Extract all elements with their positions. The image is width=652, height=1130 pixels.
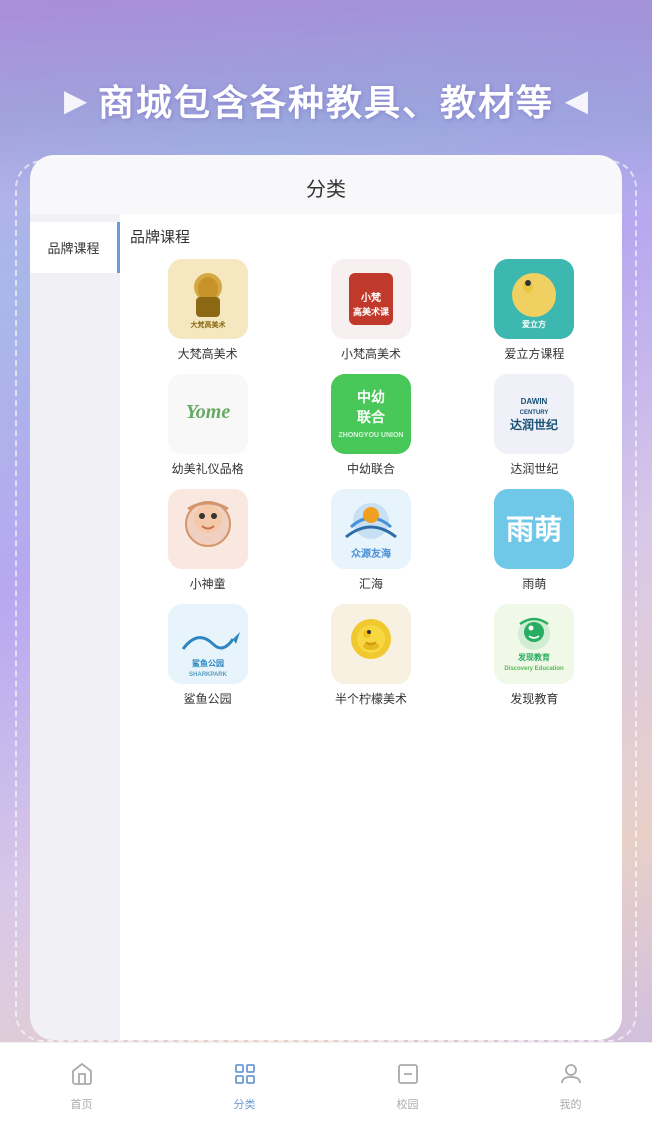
brand-item-zhongyou[interactable]: 中幼 联合 ZHONGYOU UNION 中幼联合 xyxy=(293,374,448,477)
brand-name-youmei: 幼美礼仪品格 xyxy=(172,460,244,477)
brand-name-huihai: 汇海 xyxy=(359,575,383,592)
brand-item-darun[interactable]: DAWIN CENTURY 达润世纪 达润世纪 xyxy=(457,374,612,477)
brand-name-xiaofan: 小梵高美术 xyxy=(341,345,401,362)
brand-name-shay: 鲨鱼公园 xyxy=(184,690,232,707)
svg-text:Yome: Yome xyxy=(185,401,230,423)
brand-item-yumeng[interactable]: 雨萌 雨萌 xyxy=(457,489,612,592)
brand-logo-zhongyou: 中幼 联合 ZHONGYOU UNION xyxy=(331,374,411,454)
banner-arrow-right: ◀ xyxy=(566,84,588,117)
section-title: 品牌课程 xyxy=(130,226,612,247)
brand-logo-alifang: 爱立方 xyxy=(494,259,574,339)
brand-logo-shay: 鲨鱼公园 SHARKPARK xyxy=(168,604,248,684)
banner-title: 商城包含各种教具、教材等 xyxy=(98,74,554,126)
brand-logo-youmei: Yome xyxy=(168,374,248,454)
category-sidebar: 品牌课程 xyxy=(30,214,120,1040)
brand-item-huihai[interactable]: 众源友海 汇海 xyxy=(293,489,448,592)
svg-text:鲨鱼公园: 鲨鱼公园 xyxy=(192,658,224,668)
brand-name-faxian: 发现教育 xyxy=(510,690,558,707)
brand-item-dafan[interactable]: 大梵高美术 大梵高美术 xyxy=(130,259,285,362)
svg-text:小梵: 小梵 xyxy=(360,291,382,304)
brand-item-shay[interactable]: 鲨鱼公园 SHARKPARK 鲨鱼公园 xyxy=(130,604,285,707)
nav-item-category[interactable]: 分类 xyxy=(217,1054,273,1120)
bottom-nav: 首页 分类 校园 我的 xyxy=(0,1042,652,1130)
brand-logo-xiaoshen xyxy=(168,489,248,569)
svg-text:雨萌: 雨萌 xyxy=(506,514,562,546)
card-header: 分类 xyxy=(30,155,622,214)
brand-name-zhongyou: 中幼联合 xyxy=(347,460,395,477)
content-area: 品牌课程 大梵高美术 大梵高美术 xyxy=(120,214,622,1040)
campus-icon xyxy=(396,1062,420,1092)
brand-item-xiaofan[interactable]: 小梵 高美术课 小梵高美术 xyxy=(293,259,448,362)
svg-text:爱立方: 爱立方 xyxy=(522,319,546,329)
brand-name-dafan: 大梵高美术 xyxy=(178,345,238,362)
nav-label-home: 首页 xyxy=(71,1096,93,1112)
svg-text:众源友海: 众源友海 xyxy=(351,547,391,560)
banner-content: ▶ 商城包含各种教具、教材等 ◀ xyxy=(64,74,587,126)
sidebar-item-brand[interactable]: 品牌课程 xyxy=(30,222,120,273)
brand-logo-darun: DAWIN CENTURY 达润世纪 xyxy=(494,374,574,454)
svg-text:发现教育: 发现教育 xyxy=(517,652,550,662)
nav-label-category: 分类 xyxy=(234,1096,256,1112)
svg-text:达润世纪: 达润世纪 xyxy=(510,417,558,432)
mine-icon xyxy=(559,1062,583,1092)
sidebar-item-label: 品牌课程 xyxy=(47,241,99,256)
category-icon xyxy=(233,1062,257,1092)
brand-logo-xiaofan: 小梵 高美术课 xyxy=(331,259,411,339)
svg-text:中幼: 中幼 xyxy=(357,389,385,406)
nav-label-campus: 校园 xyxy=(397,1096,419,1112)
nav-item-home[interactable]: 首页 xyxy=(54,1054,110,1120)
svg-text:联合: 联合 xyxy=(357,409,386,426)
main-card: 分类 品牌课程 品牌课程 xyxy=(30,155,622,1040)
brand-logo-yumeng: 雨萌 xyxy=(494,489,574,569)
brand-logo-faxian: 发现教育 Discovery Education xyxy=(494,604,574,684)
brands-grid: 大梵高美术 大梵高美术 小梵 高美术课 小梵 xyxy=(130,259,612,707)
brand-item-xiaoshen[interactable]: 小神童 xyxy=(130,489,285,592)
brand-logo-banlemon xyxy=(331,604,411,684)
brand-logo-huihai: 众源友海 xyxy=(331,489,411,569)
svg-text:SHARKPARK: SHARKPARK xyxy=(189,672,228,678)
brand-item-banlemon[interactable]: 半个柠檬美术 xyxy=(293,604,448,707)
brand-item-faxian[interactable]: 发现教育 Discovery Education 发现教育 xyxy=(457,604,612,707)
brand-name-alifang: 爱立方课程 xyxy=(504,345,564,362)
svg-text:高美术课: 高美术课 xyxy=(353,306,390,317)
svg-text:大梵高美术: 大梵高美术 xyxy=(190,320,225,329)
nav-label-mine: 我的 xyxy=(560,1096,582,1112)
svg-text:ZHONGYOU UNION: ZHONGYOU UNION xyxy=(339,432,404,439)
brand-name-yumeng: 雨萌 xyxy=(522,575,546,592)
brand-name-darun: 达润世纪 xyxy=(510,460,558,477)
brand-name-banlemon: 半个柠檬美术 xyxy=(335,690,407,707)
banner-arrow-left: ▶ xyxy=(64,84,86,117)
brand-item-youmei[interactable]: Yome 幼美礼仪品格 xyxy=(130,374,285,477)
nav-item-mine[interactable]: 我的 xyxy=(543,1054,599,1120)
brand-logo-dafan: 大梵高美术 xyxy=(168,259,248,339)
svg-text:Discovery Education: Discovery Education xyxy=(505,666,565,672)
brand-item-alifang[interactable]: 爱立方 爱立方课程 xyxy=(457,259,612,362)
svg-text:CENTURY: CENTURY xyxy=(520,410,549,416)
home-icon xyxy=(70,1062,94,1092)
svg-text:DAWIN: DAWIN xyxy=(521,397,548,406)
nav-item-campus[interactable]: 校园 xyxy=(380,1054,436,1120)
brand-name-xiaoshen: 小神童 xyxy=(190,575,226,592)
card-body: 品牌课程 品牌课程 大梵高美术 xyxy=(30,214,622,1040)
